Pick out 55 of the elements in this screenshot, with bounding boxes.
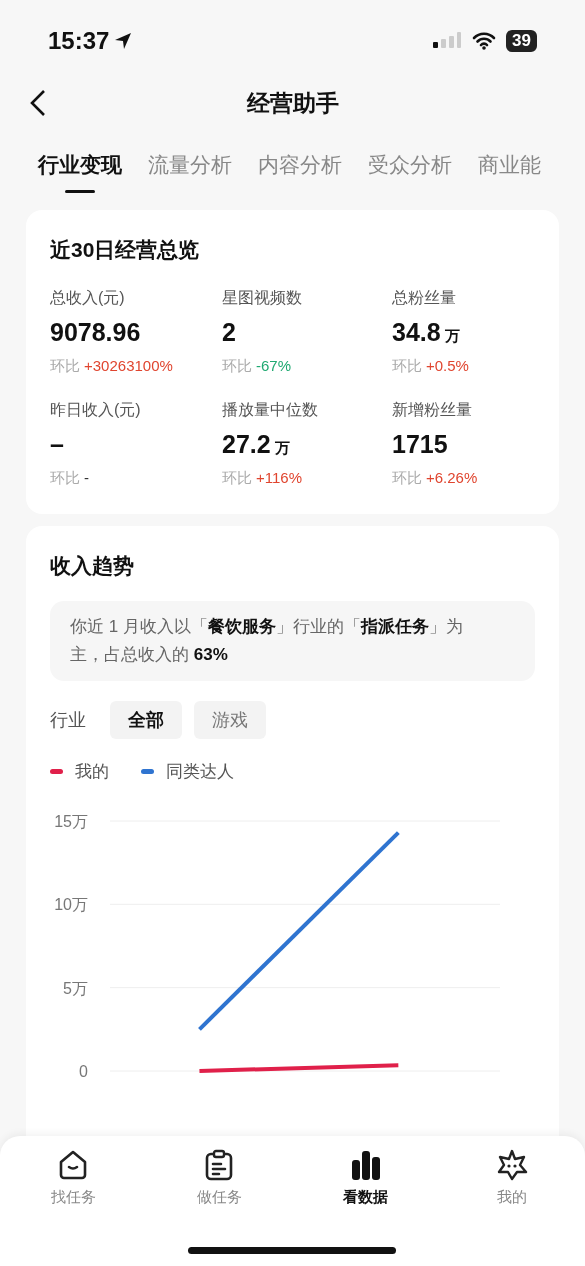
legend-label: 同类达人 — [166, 761, 234, 783]
metric-unit: 万 — [444, 325, 460, 346]
axis-tick-label: 10万 — [54, 895, 88, 913]
compare-label: 环比 — [50, 356, 80, 376]
nav-item[interactable]: 做任务 — [146, 1148, 293, 1209]
metric-label: 总收入(元) — [50, 287, 126, 308]
location-arrow-icon — [113, 31, 134, 51]
axis-tick-label: 0 — [79, 1062, 88, 1080]
section-title: 收入趋势 — [50, 552, 135, 579]
change-value: +116% — [256, 468, 302, 488]
compare-label: 环比 — [222, 356, 252, 376]
metric-unit: 万 — [274, 437, 290, 458]
status-time: 15:37 — [48, 26, 110, 56]
summary-text: 你近 1 月收入以「餐饮服务」行业的「指派任务」为主，占总收入的 63% — [50, 601, 535, 681]
metric-value: 9078.96 — [50, 316, 141, 348]
nav-item[interactable]: 我的 — [438, 1148, 585, 1209]
change-value: +6.26% — [426, 468, 478, 488]
metric-label: 星图视频数 — [222, 287, 303, 308]
page-title: 经营助手 — [246, 88, 339, 118]
metric-value: 2 — [222, 316, 236, 348]
filter-label: 行业 — [50, 708, 86, 732]
metric-label: 昨日收入(元) — [50, 399, 142, 420]
section-title: 近30日经营总览 — [50, 237, 201, 263]
compare-label: 环比 — [50, 468, 80, 488]
tab[interactable]: 行业变现 — [38, 148, 122, 204]
change-value: - — [84, 468, 89, 488]
filter-chip[interactable]: 全部 — [110, 701, 182, 739]
compare-label: 环比 — [222, 468, 252, 488]
metric-label: 新增粉丝量 — [392, 399, 473, 420]
tab[interactable]: 受众分析 — [368, 148, 452, 204]
tab[interactable]: 商业能 — [478, 148, 541, 204]
back-button[interactable] — [28, 88, 48, 118]
battery-level: 39 — [506, 30, 537, 52]
compare-label: 环比 — [392, 356, 422, 376]
back-icon — [28, 88, 48, 118]
tab[interactable]: 内容分析 — [258, 148, 342, 204]
metric-value: 34.8 — [392, 316, 441, 348]
metric-label: 播放量中位数 — [222, 399, 319, 420]
metric-value: – — [50, 428, 64, 460]
legend-label: 我的 — [75, 761, 109, 783]
axis-tick-label: 15万 — [54, 812, 88, 830]
wifi-icon — [472, 32, 497, 50]
change-value: -67% — [256, 356, 292, 376]
nav-item[interactable]: 找任务 — [0, 1148, 147, 1209]
filter-chip[interactable]: 游戏 — [194, 701, 266, 739]
nav-item[interactable]: 看数据 — [292, 1148, 439, 1209]
axis-tick-label: 5万 — [63, 979, 88, 997]
signal-icon — [432, 31, 463, 51]
metric-label: 总粉丝量 — [392, 287, 457, 308]
tab[interactable]: 流量分析 — [148, 148, 232, 204]
compare-label: 环比 — [392, 468, 422, 488]
metric-value: 27.2 — [222, 428, 271, 460]
metric-value: 1715 — [392, 428, 448, 460]
change-value: +0.5% — [426, 356, 469, 376]
change-value: +30263100% — [84, 356, 173, 376]
